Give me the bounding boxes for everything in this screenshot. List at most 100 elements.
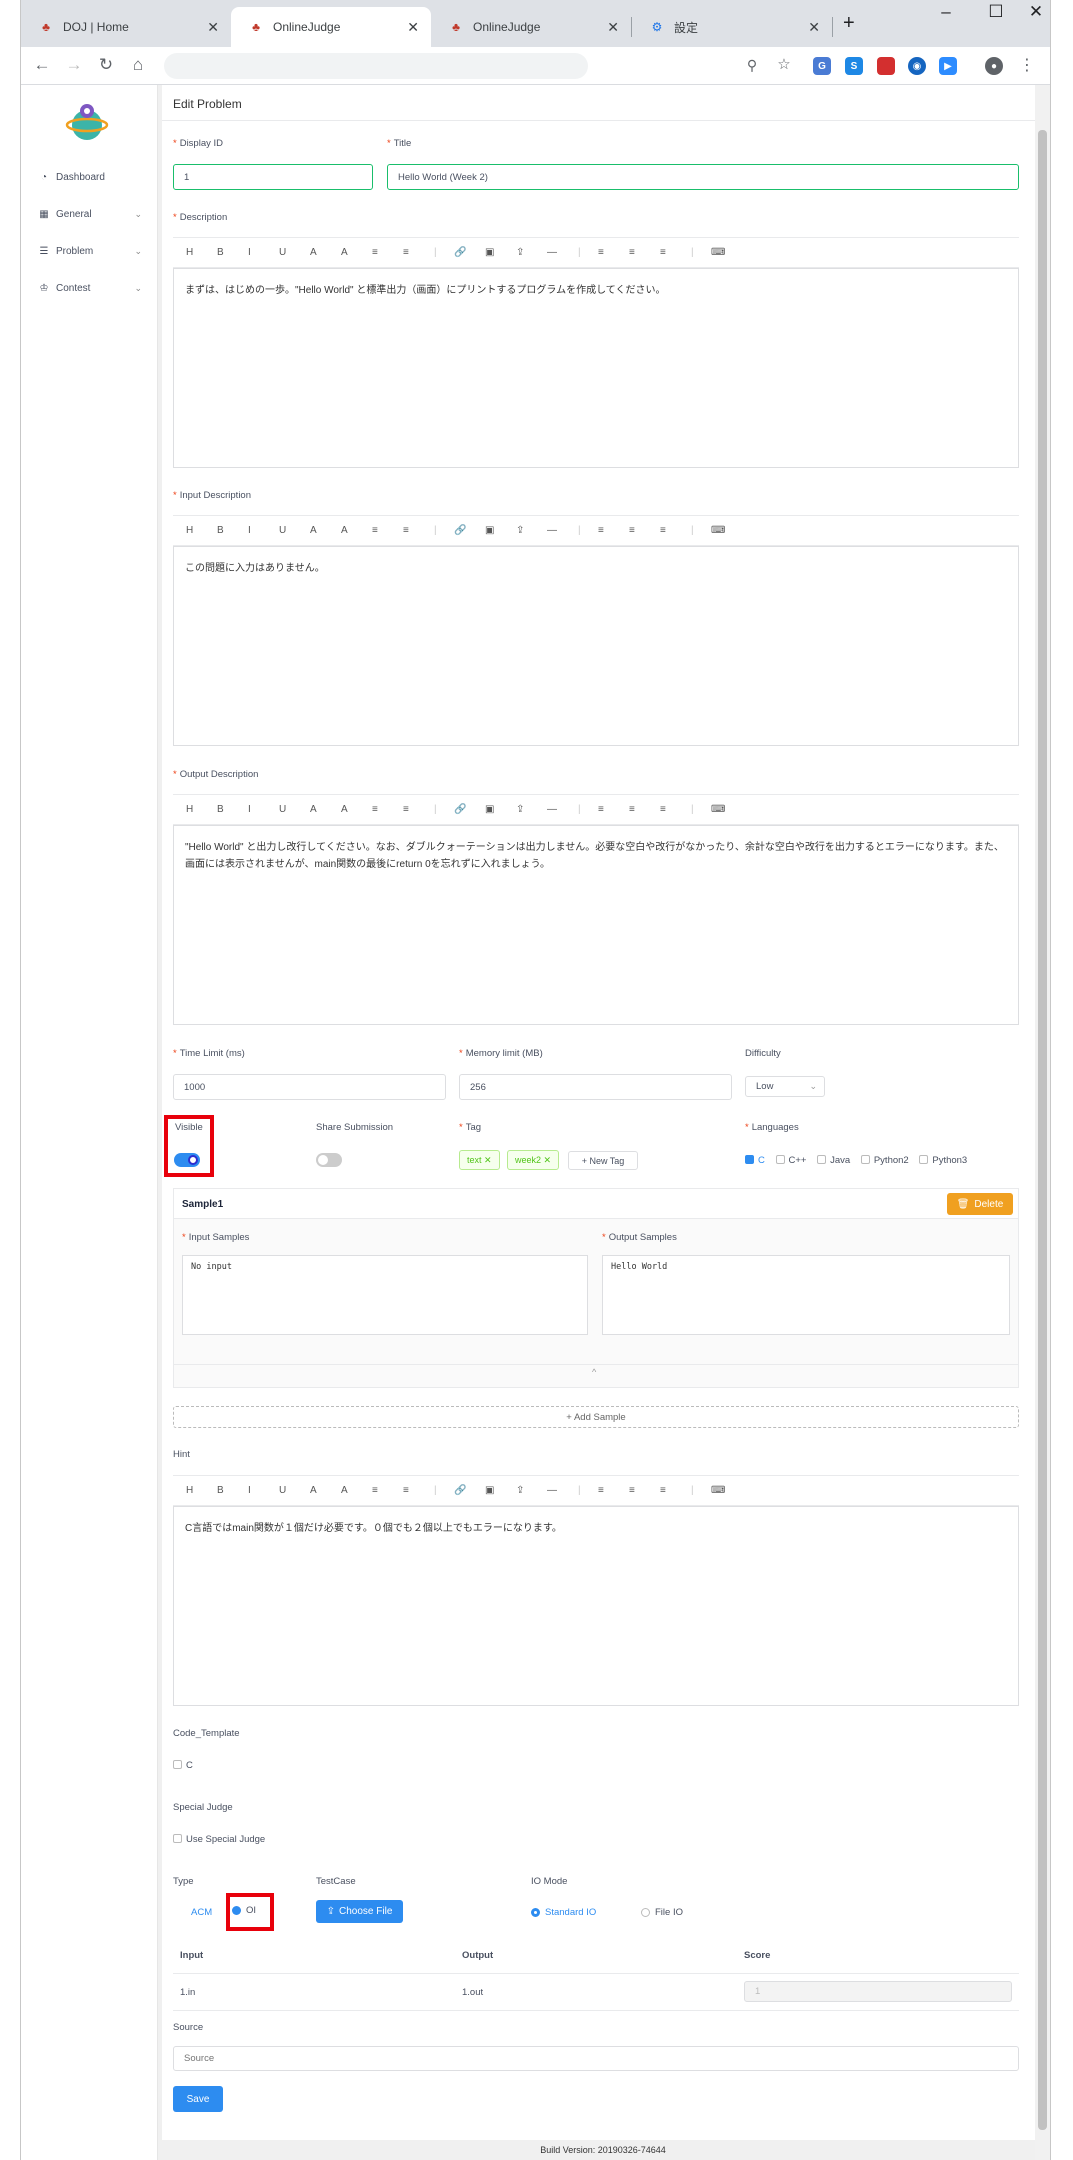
editor-tool-icon[interactable]: — — [547, 1485, 578, 1496]
editor-tool-icon[interactable]: B — [217, 247, 248, 258]
language-checkbox-python3[interactable]: Python3 — [919, 1155, 967, 1166]
extension-icon[interactable]: S — [845, 57, 863, 75]
close-icon[interactable]: ✕ — [484, 1155, 492, 1166]
new-tab-button[interactable]: + — [843, 12, 855, 35]
time-limit-input[interactable]: 1000 — [173, 1074, 446, 1100]
memory-limit-input[interactable]: 256 — [459, 1074, 732, 1100]
editor-tool-icon[interactable]: ≡ — [598, 1485, 629, 1496]
back-icon[interactable]: ← — [31, 55, 53, 75]
editor-tool-icon[interactable]: H — [186, 1485, 217, 1496]
editor-tool-icon[interactable]: ⇪ — [516, 525, 547, 536]
extension-icon[interactable]: ◉ — [908, 57, 926, 75]
new-tag-button[interactable]: + New Tag — [568, 1151, 638, 1170]
editor-tool-icon[interactable]: I — [248, 247, 279, 258]
editor-tool-icon[interactable]: I — [248, 804, 279, 815]
editor-tool-icon[interactable]: 🔗 — [454, 1485, 485, 1496]
zoom-icon[interactable]: ⚲ — [741, 57, 763, 74]
score-input[interactable]: 1 — [744, 1981, 1012, 2002]
editor-tool-icon[interactable]: ≡ — [598, 525, 629, 536]
save-button[interactable]: Save — [173, 2086, 223, 2112]
editor-tool-icon[interactable]: A — [341, 525, 372, 536]
editor-tool-icon[interactable]: B — [217, 804, 248, 815]
editor-tool-icon[interactable]: ▣ — [485, 1485, 516, 1496]
editor-tool-icon[interactable]: 🔗 — [454, 804, 485, 815]
editor-tool-icon[interactable]: A — [341, 1485, 372, 1496]
maximize-icon[interactable]: ☐ — [981, 2, 1011, 22]
editor-tool-icon[interactable]: H — [186, 804, 217, 815]
close-icon[interactable]: ✕ — [207, 19, 219, 36]
editor-tool-icon[interactable]: 🔗 — [454, 525, 485, 536]
editor-tool-icon[interactable]: ≡ — [629, 525, 660, 536]
io-radio-file[interactable]: File IO — [641, 1907, 683, 1918]
tag-chip[interactable]: text ✕ — [459, 1150, 500, 1170]
editor-tool-icon[interactable]: ≡ — [403, 525, 434, 536]
scrollbar[interactable] — [1035, 85, 1050, 2160]
editor-tool-icon[interactable]: ≡ — [598, 247, 629, 258]
description-editor[interactable]: まずは、はじめの一歩。"Hello World" と標準出力（画面）にプリントす… — [173, 268, 1019, 468]
display-id-input[interactable]: 1 — [173, 164, 373, 190]
editor-tool-icon[interactable]: ≡ — [629, 1485, 660, 1496]
type-radio-acm[interactable]: ACM — [191, 1907, 212, 1918]
menu-dots-icon[interactable]: ⋮ — [1016, 55, 1038, 75]
sidebar-item-problem[interactable]: ☰ Problem ⌄ — [21, 236, 158, 266]
editor-tool-icon[interactable]: — — [547, 247, 578, 258]
title-input[interactable]: Hello World (Week 2) — [387, 164, 1019, 190]
io-radio-standard[interactable]: Standard IO — [531, 1907, 596, 1918]
editor-tool-icon[interactable]: U — [279, 804, 310, 815]
editor-tool-icon[interactable]: I — [248, 1485, 279, 1496]
choose-file-button[interactable]: ⇪ Choose File — [316, 1900, 403, 1923]
sidebar-item-dashboard[interactable]: ◔ Dashboard — [21, 162, 158, 192]
editor-tool-icon[interactable]: ≡ — [403, 804, 434, 815]
close-window-icon[interactable]: ✕ — [1021, 2, 1050, 22]
editor-tool-icon[interactable]: U — [279, 525, 310, 536]
editor-tool-icon[interactable]: U — [279, 247, 310, 258]
editor-tool-icon[interactable]: B — [217, 1485, 248, 1496]
editor-tool-icon[interactable]: A — [310, 1485, 341, 1496]
language-checkbox-java[interactable]: Java — [817, 1155, 858, 1166]
editor-tool-icon[interactable]: ≡ — [660, 804, 691, 815]
language-checkbox-c[interactable]: C — [745, 1155, 773, 1166]
editor-tool-icon[interactable]: ≡ — [629, 247, 660, 258]
editor-tool-icon[interactable]: H — [186, 525, 217, 536]
editor-tool-icon[interactable]: ≡ — [403, 1485, 434, 1496]
editor-tool-icon[interactable]: ≡ — [660, 247, 691, 258]
editor-tool-icon[interactable]: ⇪ — [516, 1485, 547, 1496]
code-template-checkbox[interactable]: C — [173, 1760, 193, 1771]
scrollbar-thumb[interactable] — [1038, 130, 1047, 2130]
share-submission-switch[interactable] — [316, 1153, 342, 1167]
editor-tool-icon[interactable]: ≡ — [660, 1485, 691, 1496]
close-icon[interactable]: ✕ — [607, 19, 619, 36]
language-checkbox-python2[interactable]: Python2 — [860, 1155, 917, 1166]
delete-sample-button[interactable]: 🗑 Delete — [947, 1193, 1013, 1215]
editor-tool-icon[interactable]: ≡ — [629, 804, 660, 815]
output-description-editor[interactable]: "Hello World" と出力し改行してください。なお、ダブルクォーテーショ… — [173, 825, 1019, 1025]
tab-doj-home[interactable]: ♣ DOJ | Home ✕ — [21, 7, 231, 47]
editor-tool-icon[interactable]: ≡ — [372, 525, 403, 536]
input-samples-textarea[interactable]: No input — [182, 1255, 588, 1335]
editor-tool-icon[interactable]: ⇪ — [516, 804, 547, 815]
forward-icon[interactable]: → — [63, 55, 85, 75]
editor-tool-icon[interactable]: U — [279, 1485, 310, 1496]
editor-tool-icon[interactable]: A — [341, 804, 372, 815]
close-icon[interactable]: ✕ — [544, 1155, 552, 1166]
editor-tool-icon[interactable]: ≡ — [598, 804, 629, 815]
editor-tool-icon[interactable]: B — [217, 525, 248, 536]
editor-tool-icon[interactable]: ▣ — [485, 247, 516, 258]
close-icon[interactable]: ✕ — [808, 19, 820, 36]
editor-tool-icon[interactable]: ≡ — [372, 1485, 403, 1496]
editor-tool-icon[interactable]: ≡ — [403, 247, 434, 258]
minimize-icon[interactable]: – — [931, 2, 961, 22]
output-samples-textarea[interactable]: Hello World — [602, 1255, 1010, 1335]
hint-editor[interactable]: C言語ではmain関数が１個だけ必要です。０個でも２個以上でもエラーになります。 — [173, 1506, 1019, 1706]
editor-tool-icon[interactable]: ▣ — [485, 804, 516, 815]
home-icon[interactable]: ⌂ — [127, 55, 149, 75]
editor-tool-icon[interactable]: ⌨ — [711, 1485, 742, 1496]
editor-tool-icon[interactable]: A — [310, 247, 341, 258]
star-icon[interactable]: ☆ — [773, 55, 795, 73]
editor-tool-icon[interactable]: ▣ — [485, 525, 516, 536]
editor-tool-icon[interactable]: ⌨ — [711, 247, 742, 258]
tab-onlinejudge[interactable]: ♣ OnlineJudge ✕ — [431, 7, 631, 47]
language-checkbox-cpp[interactable]: C++ — [775, 1155, 815, 1166]
extension-icon[interactable] — [877, 57, 895, 75]
use-special-judge-checkbox[interactable]: Use Special Judge — [173, 1834, 265, 1845]
